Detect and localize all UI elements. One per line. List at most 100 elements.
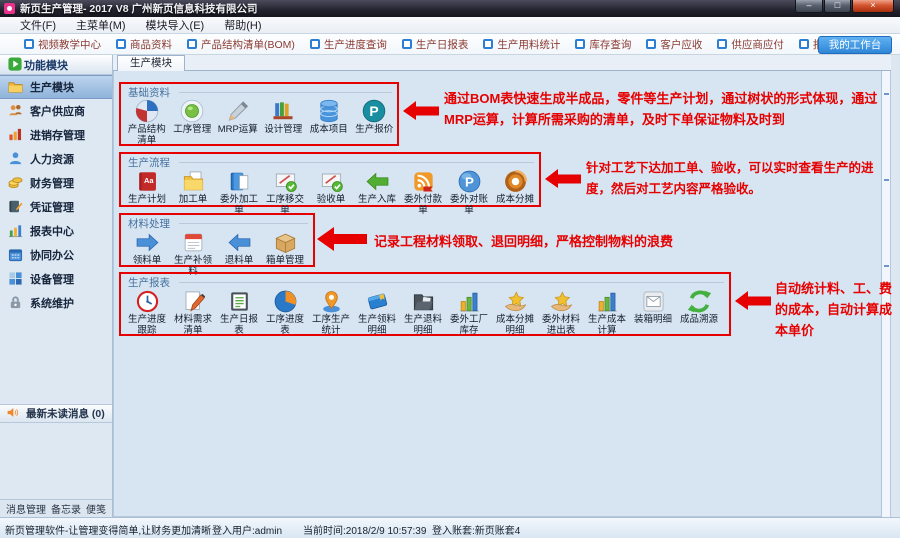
toolbar-item-material-stats[interactable]: 生产用料统计 [483, 37, 560, 52]
maximize-icon: □ [835, 0, 840, 10]
toolbar-item-payable[interactable]: 供应商应付 [717, 37, 784, 52]
book-pencil-icon [8, 199, 24, 215]
app-logo-icon [4, 3, 15, 14]
recycle-icon [687, 287, 712, 314]
module-outsource-statement[interactable]: P 委外对账单 [446, 167, 492, 216]
sidebar-item-voucher[interactable]: 凭证管理 [0, 195, 112, 219]
module-process-progress[interactable]: 工序进度表 [262, 287, 308, 336]
sidebar-item-office[interactable]: 协同办公 [0, 243, 112, 267]
module-production-inbound[interactable]: 生产入库 [354, 167, 400, 216]
database-icon [316, 97, 342, 124]
svg-text:P: P [370, 103, 379, 119]
red-arrow-icon [544, 168, 582, 190]
module-work-order[interactable]: 加工单 [170, 167, 216, 216]
menu-bar: 文件(F) 主菜单(M) 模块导入(E) 帮助(H) [0, 17, 900, 34]
module-process-transfer[interactable]: 工序移交单 [262, 167, 308, 216]
maximize-button[interactable]: □ [824, 0, 851, 13]
play-icon [8, 57, 24, 73]
tab-memo[interactable]: 备忘录 [51, 501, 81, 516]
folder-page-icon [181, 167, 206, 194]
module-bom-list[interactable]: 产品结构清单 [124, 97, 170, 146]
module-packing-detail[interactable]: 装箱明细 [630, 287, 676, 336]
toolbar-item-video-center[interactable]: 视频教学中心 [24, 37, 101, 52]
people-icon [8, 103, 24, 119]
sidebar-item-reports[interactable]: 报表中心 [0, 219, 112, 243]
toolbar-item-daily-report[interactable]: 生产日报表 [402, 37, 469, 52]
tab-production-module[interactable]: 生产模块 [117, 55, 185, 71]
module-outsource-stock[interactable]: 委外工厂库存 [446, 287, 492, 336]
sidebar-item-inventory[interactable]: 进销存管理 [0, 123, 112, 147]
tiles-icon [8, 271, 24, 287]
close-icon: × [870, 0, 875, 10]
module-production-plan[interactable]: Aa 生产计划 [124, 167, 170, 216]
sidebar-item-system[interactable]: 系统维护 [0, 291, 112, 315]
module-material-return[interactable]: 退料单 [216, 228, 262, 277]
module-cost-calculation[interactable]: 生产成本计算 [584, 287, 630, 336]
checkbox-icon [187, 39, 197, 49]
module-allocation-detail[interactable]: 成本分摊明细 [492, 287, 538, 336]
toolbar-item-bom[interactable]: 产品结构清单(BOM) [187, 37, 295, 52]
menu-module-import[interactable]: 模块导入(E) [136, 17, 215, 33]
sidebar-item-production[interactable]: 生产模块 [0, 75, 112, 99]
sidebar: 功能模块 生产模块 客户供应商 进销存管理 人力资源 财务管理 凭证管理 报表 [0, 55, 113, 517]
close-button[interactable]: × [852, 0, 894, 13]
unread-messages-bar[interactable]: 最新未读消息 (0) [0, 404, 112, 423]
module-cost-item[interactable]: 成本项目 [306, 97, 352, 146]
annotation-production-reports: 自动统计料、工、费的成本，自动计算成本单价 [775, 278, 900, 341]
module-outsource-material-io[interactable]: 委外材料进出表 [538, 287, 584, 336]
module-process-stats[interactable]: 工序生产统计 [308, 287, 354, 336]
checkbox-icon [717, 39, 727, 49]
annotation-material-handling: 记录工程材料领取、退回明细，严格控制物料的浪费 [374, 231, 814, 252]
status-current-time: 当前时间:2018/2/9 10:57:39 [303, 522, 426, 537]
pie-sphere-icon [134, 97, 160, 124]
lock-icon [8, 295, 24, 311]
module-process-manage[interactable]: 工序管理 [170, 97, 216, 146]
sidebar-bottom-tabs: 消息管理 备忘录 便笺 [0, 499, 112, 517]
module-mrp[interactable]: MRP运算 [215, 97, 261, 146]
red-arrow-icon [734, 290, 772, 312]
module-daily-report[interactable]: 生产日报表 [216, 287, 262, 336]
mail-box-icon [641, 287, 666, 314]
annotation-production-flow: 针对工艺下达加工单、验收，可以实时查看生产的进度，然后对工艺内容严格验收。 [586, 158, 894, 200]
module-production-quote[interactable]: P 生产报价 [352, 97, 398, 146]
sidebar-item-equipment[interactable]: 设备管理 [0, 267, 112, 291]
status-slogan: 新页管理软件-让管理变得简单,让财务更加清晰 [5, 522, 211, 537]
module-material-demand[interactable]: 材料需求清单 [170, 287, 216, 336]
module-outsource-payment[interactable]: 委外付款单 [400, 167, 446, 216]
toolbar-item-progress-query[interactable]: 生产进度查询 [310, 37, 387, 52]
module-outsource-order[interactable]: 委外加工单 [216, 167, 262, 216]
sidebar-item-customers-suppliers[interactable]: 客户供应商 [0, 99, 112, 123]
pencil-icon [225, 97, 251, 124]
module-cost-allocation[interactable]: 成本分摊 [492, 167, 538, 216]
toolbar-item-goods-data[interactable]: 商品资料 [116, 37, 172, 52]
title-bar: 新页生产管理- 2017 V8 广州新页信息科技有限公司 – □ × [0, 0, 900, 17]
annotation-basic-data: 通过BOM表快速生成半成品，零件等生产计划，通过树状的形式体现，通过MRP运算，… [444, 88, 896, 130]
module-requisition-detail[interactable]: 生产领料明细 [354, 287, 400, 336]
module-return-detail[interactable]: 生产退料明细 [400, 287, 446, 336]
toolbar-item-stock-query[interactable]: 库存查询 [575, 37, 631, 52]
sidebar-item-finance[interactable]: 财务管理 [0, 171, 112, 195]
module-material-requisition[interactable]: 领料单 [124, 228, 170, 277]
book-page-icon [227, 167, 252, 194]
window-title: 新页生产管理- 2017 V8 广州新页信息科技有限公司 [20, 1, 257, 16]
checkbox-icon [646, 39, 656, 49]
tab-message-manage[interactable]: 消息管理 [6, 501, 46, 516]
module-supplementary-material[interactable]: 生产补领料 [170, 228, 216, 277]
module-acceptance[interactable]: 验收单 [308, 167, 354, 216]
section-title: 生产流程 [128, 155, 170, 170]
tab-note[interactable]: 便笺 [86, 501, 106, 516]
minimize-button[interactable]: – [795, 0, 823, 13]
menu-main[interactable]: 主菜单(M) [66, 17, 136, 33]
module-product-trace[interactable]: 成品溯源 [676, 287, 722, 336]
toolbar-item-receivable[interactable]: 客户应收 [646, 37, 702, 52]
menu-help[interactable]: 帮助(H) [214, 17, 271, 33]
green-dot-icon [179, 97, 205, 124]
module-design-manage[interactable]: 设计管理 [261, 97, 307, 146]
sidebar-item-hr[interactable]: 人力资源 [0, 147, 112, 171]
page-pencil-icon [181, 287, 206, 314]
pie-chart-icon [273, 287, 298, 314]
my-workbench-button[interactable]: 我的工作台 [818, 36, 892, 54]
module-packing-manage[interactable]: 箱单管理 [262, 228, 308, 277]
menu-file[interactable]: 文件(F) [10, 17, 66, 33]
module-progress-tracking[interactable]: 生产进度跟踪 [124, 287, 170, 336]
